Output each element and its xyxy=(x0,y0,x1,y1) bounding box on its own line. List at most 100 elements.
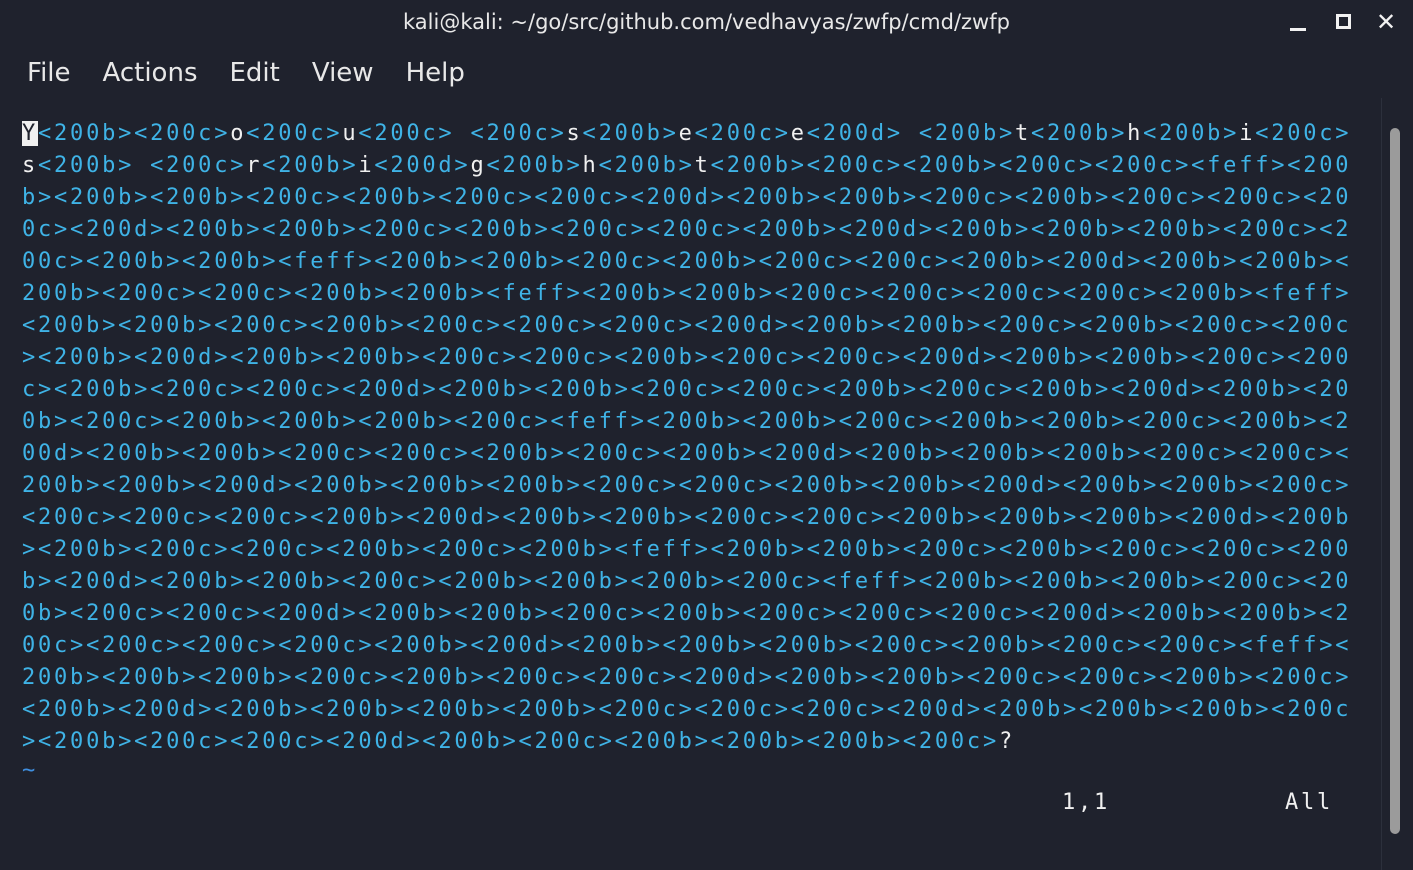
zero-width-char-code: c xyxy=(406,569,423,594)
zero-width-char-code: b xyxy=(1303,249,1320,274)
zero-width-char-code: 0 xyxy=(710,633,727,658)
zero-width-char-code: b xyxy=(742,281,759,306)
zero-width-char-code: > xyxy=(102,505,119,530)
maximize-icon[interactable] xyxy=(1328,8,1358,38)
zero-width-char-code: < xyxy=(1095,345,1112,370)
zero-width-char-code: b xyxy=(1063,537,1080,562)
scrollbar[interactable] xyxy=(1386,120,1404,840)
zero-width-char-code: c xyxy=(870,153,887,178)
zero-width-char-code: b xyxy=(454,473,471,498)
menu-view[interactable]: View xyxy=(296,52,390,98)
zero-width-char-code: 0 xyxy=(646,345,663,370)
zero-width-char-code: < xyxy=(1175,697,1192,722)
zero-width-char-code: d xyxy=(262,473,279,498)
zero-width-char-code: f xyxy=(1255,633,1272,658)
zero-width-char-code: 0 xyxy=(262,505,279,530)
zero-width-char-code: 2 xyxy=(22,281,39,306)
zero-width-char-code: 0 xyxy=(630,121,647,146)
zero-width-char-code: > xyxy=(326,377,343,402)
zero-width-char-code: f xyxy=(326,249,343,274)
zero-width-char-code: < xyxy=(278,633,295,658)
zero-width-char-code: 2 xyxy=(710,697,727,722)
zero-width-char-code: 0 xyxy=(230,281,247,306)
zero-width-char-code: 2 xyxy=(214,473,231,498)
zero-width-char-code: 0 xyxy=(870,377,887,402)
zero-width-char-code: 0 xyxy=(518,249,535,274)
zero-width-char-code: > xyxy=(726,217,743,242)
zero-width-char-code: > xyxy=(1030,633,1047,658)
zero-width-char-code: > xyxy=(614,185,631,210)
zero-width-char-code: > xyxy=(486,313,503,338)
zero-width-char-code: 0 xyxy=(774,569,791,594)
zero-width-char-code: 0 xyxy=(1207,665,1224,690)
zero-width-char-code: < xyxy=(966,473,983,498)
zero-width-char-code: b xyxy=(438,249,455,274)
zero-width-char-code: < xyxy=(230,537,247,562)
scrollbar-thumb[interactable] xyxy=(1390,128,1400,834)
zero-width-char-code: c xyxy=(614,217,631,242)
zero-width-char-code: > xyxy=(486,505,503,530)
zero-width-char-code: b xyxy=(38,601,55,626)
zero-width-char-code: < xyxy=(310,697,327,722)
zero-width-char-code: > xyxy=(678,313,695,338)
zero-width-char-code: 2 xyxy=(790,665,807,690)
zero-width-char-code: 0 xyxy=(982,217,999,242)
zero-width-char-code: < xyxy=(1014,185,1031,210)
zero-width-char-code: 2 xyxy=(1014,345,1031,370)
zero-width-char-code: 2 xyxy=(1319,377,1336,402)
zero-width-char-code: > xyxy=(310,729,327,754)
zero-width-char-code: c xyxy=(1255,345,1272,370)
zero-width-char-code: 2 xyxy=(406,281,423,306)
zero-width-char-code: < xyxy=(1255,665,1272,690)
zero-width-char-code: 0 xyxy=(246,697,263,722)
zero-width-char-code: 2 xyxy=(694,473,711,498)
minimize-icon[interactable] xyxy=(1283,8,1313,38)
zero-width-char-code: > xyxy=(1239,473,1256,498)
zero-width-char-code: < xyxy=(902,345,919,370)
zero-width-char-code: < xyxy=(662,441,679,466)
zero-width-char-code: < xyxy=(22,313,39,338)
empty-line-marker: ~ xyxy=(22,758,36,783)
zero-width-char-code: 0 xyxy=(630,505,647,530)
vim-text-area[interactable]: Y<200b><200c>o<200c>u<200c> <200c>s<200b… xyxy=(22,118,1351,758)
zero-width-char-code: > xyxy=(774,697,791,722)
zero-width-char-code: 2 xyxy=(662,601,679,626)
zero-width-char-code: > xyxy=(870,697,887,722)
zero-width-char-code: 0 xyxy=(150,473,167,498)
zero-width-char-code: 0 xyxy=(870,217,887,242)
menu-actions[interactable]: Actions xyxy=(87,52,214,98)
zero-width-char-code: b xyxy=(1223,665,1240,690)
zero-width-char-code: 2 xyxy=(534,537,551,562)
zero-width-char-code: 2 xyxy=(230,505,247,530)
zero-width-char-code: < xyxy=(598,153,615,178)
zero-width-char-code: > xyxy=(982,345,999,370)
menu-file[interactable]: File xyxy=(0,52,87,98)
zero-width-char-code: 0 xyxy=(1335,185,1352,210)
zero-width-char-code: < xyxy=(1335,441,1352,466)
zero-width-char-code: c xyxy=(1271,569,1288,594)
zero-width-char-code: c xyxy=(486,537,503,562)
zero-width-char-code: > xyxy=(1047,281,1064,306)
zero-width-char-code: 2 xyxy=(774,633,791,658)
text-char xyxy=(903,121,919,146)
zero-width-char-code: 2 xyxy=(1143,601,1160,626)
zero-width-char-code: > xyxy=(646,633,663,658)
zero-width-char-code: c xyxy=(422,217,439,242)
zero-width-char-code: 0 xyxy=(102,601,119,626)
zero-width-char-code: 2 xyxy=(966,249,983,274)
zero-width-char-code: 0 xyxy=(1095,441,1112,466)
zero-width-char-code: 0 xyxy=(742,729,759,754)
text-char: s xyxy=(566,121,583,146)
menu-help[interactable]: Help xyxy=(390,52,481,98)
menu-edit[interactable]: Edit xyxy=(214,52,296,98)
zero-width-char-code: < xyxy=(390,665,407,690)
zero-width-char-code: 0 xyxy=(1095,281,1112,306)
zero-width-char-code: 0 xyxy=(118,441,135,466)
zero-width-char-code: c xyxy=(902,601,919,626)
zero-width-char-code: 2 xyxy=(1095,505,1112,530)
zero-width-char-code: 0 xyxy=(1191,441,1208,466)
zero-width-char-code: 0 xyxy=(86,729,103,754)
zero-width-char-code: 0 xyxy=(758,729,775,754)
close-icon[interactable]: ✕ xyxy=(1371,8,1401,38)
zero-width-char-code: c xyxy=(1287,217,1304,242)
